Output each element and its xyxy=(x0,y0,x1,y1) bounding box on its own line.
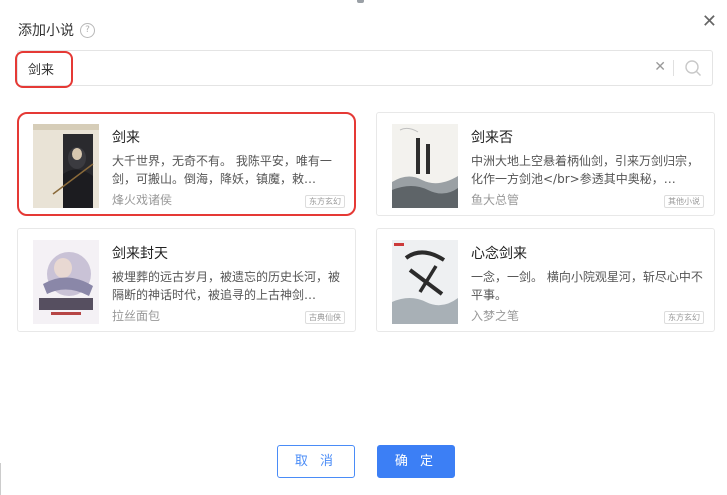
book-cover xyxy=(33,124,99,208)
dialog-title: 添加小说 xyxy=(18,23,74,39)
dialog-header: 添加小说 ? xyxy=(18,20,95,40)
book-cover xyxy=(392,124,458,208)
book-tag: 其他小说 xyxy=(664,195,704,208)
book-author: 烽火戏诸侯 xyxy=(112,193,173,207)
question-circle-icon[interactable]: ? xyxy=(80,22,95,38)
search-divider xyxy=(673,60,674,76)
book-description: 中洲大地上空悬着柄仙剑，引来万剑归宗，化作一方剑池</br>参透其中奥秘，… xyxy=(471,154,700,186)
book-cover xyxy=(33,240,99,324)
clear-icon[interactable]: ✕ xyxy=(654,59,666,75)
result-card-jianlaifengtian[interactable]: 剑来封天 被埋葬的远古岁月，被遗忘的历史长河，被隔断的神话时代，被追寻的上古神剑… xyxy=(17,228,356,332)
result-card-jianlai[interactable]: 剑来 大千世界，无奇不有。 我陈平安，唯有一剑，可搬山。倒海，降妖，镇魔，敕… … xyxy=(17,112,356,216)
book-title: 剑来否 xyxy=(471,130,513,146)
result-card-xinnianjianlai[interactable]: 心念剑来 一念，一剑。 横向小院观星河，斩尽心中不平事。 入梦之笔 东方玄幻 xyxy=(376,228,715,332)
confirm-button[interactable]: 确 定 xyxy=(377,445,455,478)
book-description: 大千世界，无奇不有。 我陈平安，唯有一剑，可搬山。倒海，降妖，镇魔，敕… xyxy=(112,154,332,186)
book-author: 鱼大总管 xyxy=(471,193,520,207)
top-indicator xyxy=(357,0,364,3)
book-title: 剑来 xyxy=(112,130,140,146)
book-cover xyxy=(392,240,458,324)
cancel-button[interactable]: 取 消 xyxy=(277,445,355,478)
search-input[interactable] xyxy=(18,51,638,85)
book-author: 拉丝面包 xyxy=(112,309,161,323)
close-icon[interactable]: ✕ xyxy=(702,12,717,32)
search-bar: ✕ xyxy=(15,50,713,88)
edge-divider xyxy=(0,463,1,495)
book-tag: 东方玄幻 xyxy=(664,311,704,324)
book-description: 被埋葬的远古岁月，被遗忘的历史长河，被隔断的神话时代，被追寻的上古神剑… xyxy=(112,270,341,302)
search-icon[interactable] xyxy=(684,59,702,77)
book-description: 一念，一剑。 横向小院观星河，斩尽心中不平事。 xyxy=(471,270,703,302)
book-title: 剑来封天 xyxy=(112,246,168,262)
book-title: 心念剑来 xyxy=(471,246,527,262)
book-tag: 东方玄幻 xyxy=(305,195,345,208)
result-card-jianlaifou[interactable]: 剑来否 中洲大地上空悬着柄仙剑，引来万剑归宗，化作一方剑池</br>参透其中奥秘… xyxy=(376,112,715,216)
book-tag: 古典仙侠 xyxy=(305,311,345,324)
book-author: 入梦之笔 xyxy=(471,309,520,323)
